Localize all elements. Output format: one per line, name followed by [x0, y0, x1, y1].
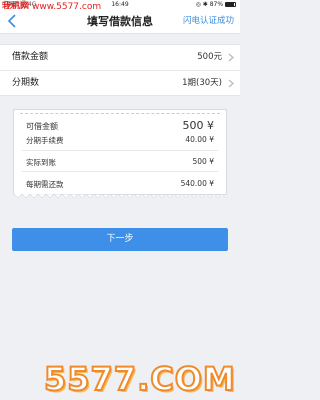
available-amount-row: 可借金额 500 ¥	[26, 119, 215, 132]
installments-row[interactable]: 分期数 1期(30天)	[0, 70, 240, 95]
battery-percent: 87%	[209, 1, 224, 8]
chevron-right-icon	[228, 79, 234, 88]
loan-amount-label: 借款金额	[12, 52, 49, 62]
site-logo: 5577.COM	[43, 359, 236, 399]
installments-value: 1期(30天)	[182, 78, 222, 88]
battery-status: ◎ ✱ 87%	[196, 0, 236, 9]
fee-label: 分期手续费	[26, 136, 64, 145]
repayment-value: 540.00 ¥	[180, 179, 214, 188]
loan-form: 借款金额 500元 分期数 1期(30天)	[0, 44, 240, 96]
installments-label: 分期数	[12, 78, 40, 88]
verification-status-link[interactable]: 闪电认证成功	[183, 9, 234, 34]
receipt-divider	[22, 171, 218, 172]
repayment-label: 每期需还款	[26, 180, 64, 189]
bluetooth-icon: ✱	[202, 1, 208, 8]
loan-amount-row[interactable]: 借款金额 500元	[0, 45, 240, 70]
actual-received-row: 实际到账 500 ¥	[26, 157, 214, 168]
actual-received-label: 实际到账	[26, 158, 56, 167]
location-icon: ◎	[195, 1, 201, 8]
loan-amount-value: 500元	[197, 52, 222, 62]
actual-received-value: 500 ¥	[192, 157, 214, 166]
battery-icon	[225, 2, 236, 7]
available-amount-value: 500 ¥	[182, 119, 215, 132]
fee-row: 分期手续费 40.00 ¥	[26, 135, 214, 146]
available-amount-label: 可借金额	[26, 122, 58, 131]
repayment-row: 每期需还款 540.00 ¥	[26, 179, 214, 190]
nav-bar: 填写借款信息 闪电认证成功	[0, 9, 240, 34]
chevron-right-icon	[228, 53, 234, 62]
receipt-dash	[20, 113, 220, 114]
fee-value: 40.00 ¥	[185, 135, 214, 144]
receipt-zigzag-edge	[14, 194, 228, 198]
next-step-button[interactable]: 下一步	[12, 228, 228, 251]
receipt-divider	[22, 150, 218, 151]
loan-summary-receipt: 可借金额 500 ¥ 分期手续费 40.00 ¥ 实际到账 500 ¥ 每期需还…	[13, 109, 228, 198]
